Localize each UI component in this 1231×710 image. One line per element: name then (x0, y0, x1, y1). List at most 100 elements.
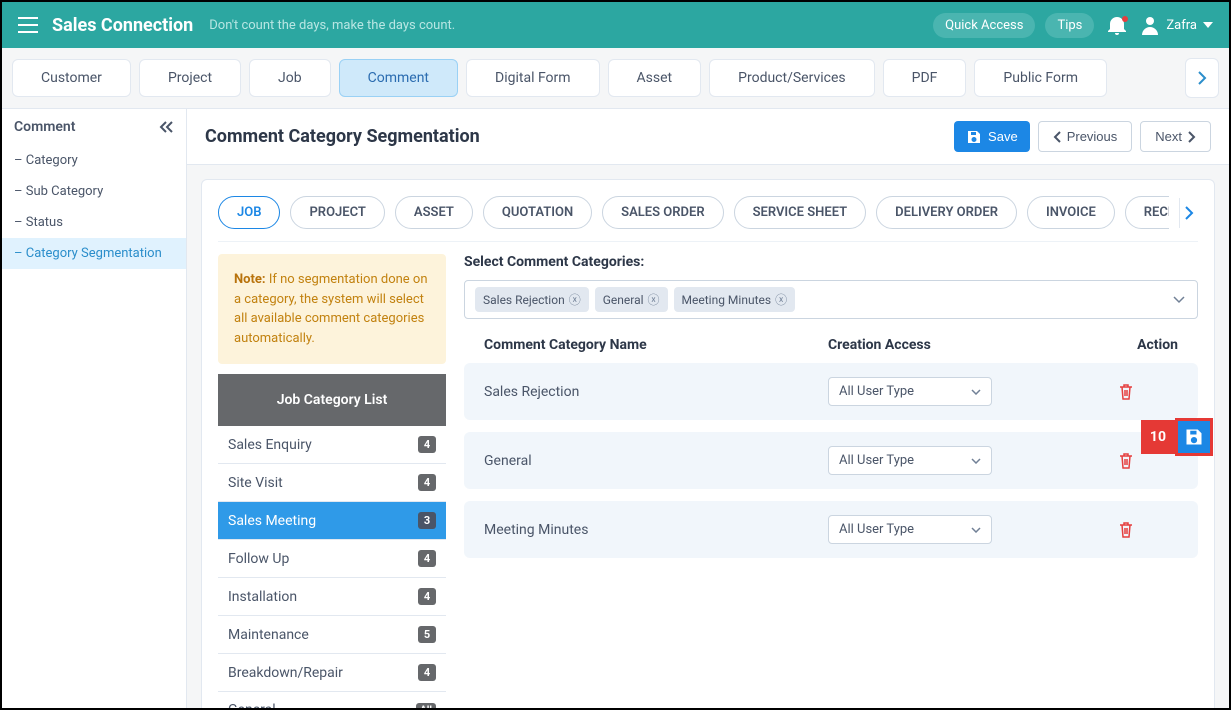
top-tab-project[interactable]: Project (139, 59, 241, 97)
top-tab-customer[interactable]: Customer (12, 59, 131, 97)
sidebar-item[interactable]: – Status (2, 207, 186, 238)
user-name: Zafra (1166, 18, 1197, 33)
sidebar-item[interactable]: – Category (2, 145, 186, 176)
job-category-label: Breakdown/Repair (228, 665, 343, 681)
table-row: Sales RejectionAll User Type (464, 363, 1198, 420)
inner-tabs: JOB PROJECT ASSET QUOTATION SALES ORDER SERVI… (218, 196, 1198, 242)
inner-tab-job[interactable]: JOB (218, 196, 280, 229)
chip-label: General (603, 293, 644, 307)
top-tab-digital-form[interactable]: Digital Form (466, 59, 600, 97)
chevron-down-icon (1173, 296, 1185, 304)
job-category-item[interactable]: Breakdown/Repair 4 (218, 654, 446, 692)
job-category-item[interactable]: General All (218, 692, 446, 708)
table-row: Meeting MinutesAll User Type (464, 501, 1198, 558)
sidebar-header: Comment (2, 109, 186, 145)
next-button[interactable]: Next (1140, 121, 1211, 152)
top-tab-job[interactable]: Job (249, 59, 331, 97)
inner-tabs-scroll-right[interactable] (1179, 198, 1198, 228)
chip-remove-icon[interactable]: ⓧ (569, 291, 581, 308)
note-box: Note: If no segmentation done on a categ… (218, 254, 446, 364)
inner-tab-receipt[interactable]: RECEIPT (1125, 196, 1169, 229)
top-tab-product-services[interactable]: Product/Services (709, 59, 875, 97)
top-tab-pdf[interactable]: PDF (883, 59, 967, 97)
quick-access-button[interactable]: Quick Access (933, 13, 1035, 38)
previous-button[interactable]: Previous (1038, 121, 1133, 152)
table-header: Comment Category Name Creation Access Ac… (464, 319, 1198, 363)
sidebar-item[interactable]: – Sub Category (2, 176, 186, 207)
job-category-item[interactable]: Sales Enquiry4 (218, 426, 446, 464)
top-tab-comment[interactable]: Comment (339, 59, 458, 97)
job-category-item[interactable]: Follow Up 4 (218, 540, 446, 578)
chip-label: Meeting Minutes (682, 293, 772, 307)
brand-name[interactable]: Sales Connection (52, 15, 193, 36)
main-area: Comment Category Segmentation Save Previ… (187, 109, 1229, 708)
job-category-label: Maintenance (228, 627, 309, 643)
access-select[interactable]: All User Type (828, 446, 992, 475)
tagline: Don't count the days, make the days coun… (209, 18, 455, 33)
job-category-label: Installation (228, 589, 297, 605)
chip-label: Sales Rejection (483, 293, 565, 307)
top-tab-asset[interactable]: Asset (608, 59, 702, 97)
job-category-badge: All (416, 703, 436, 709)
row-name: Meeting Minutes (484, 522, 828, 538)
note-prefix: Note: (234, 272, 269, 287)
inner-tab-project[interactable]: PROJECT (290, 196, 384, 229)
row-access-cell: All User Type (828, 515, 1118, 544)
access-select[interactable]: All User Type (828, 515, 992, 544)
row-name: General (484, 453, 828, 469)
column-action: Action (1118, 337, 1178, 353)
top-tab-public-form[interactable]: Public Form (974, 59, 1107, 97)
save-button[interactable]: Save (954, 121, 1030, 152)
next-button-label: Next (1155, 129, 1182, 144)
inner-tab-quotation[interactable]: QUOTATION (483, 196, 592, 229)
chip-remove-icon[interactable]: ⓧ (775, 291, 787, 308)
inner-tab-service-sheet[interactable]: SERVICE SHEET (734, 196, 867, 229)
delete-icon[interactable] (1118, 383, 1178, 401)
save-button-label: Save (988, 129, 1018, 144)
inner-tab-invoice[interactable]: INVOICE (1027, 196, 1115, 229)
sidebar-item[interactable]: – Category Segmentation (2, 238, 186, 269)
column-name: Comment Category Name (484, 337, 828, 353)
job-category-badge: 3 (418, 512, 436, 529)
tips-button[interactable]: Tips (1045, 13, 1094, 38)
job-category-badge: 4 (418, 550, 436, 567)
app-header: Sales Connection Don't count the days, m… (2, 2, 1229, 48)
access-select[interactable]: All User Type (828, 377, 992, 406)
floating-save-button[interactable] (1175, 418, 1213, 456)
category-chip: General ⓧ (595, 287, 668, 312)
row-action-cell (1118, 383, 1178, 401)
categories-multiselect[interactable]: Sales RejectionⓧGeneralⓧMeeting Minutesⓧ (464, 280, 1198, 319)
table-row: GeneralAll User Type (464, 432, 1198, 489)
job-category-badge: 4 (418, 664, 436, 681)
sidebar-title-text: Comment (14, 119, 75, 135)
hamburger-icon[interactable] (18, 17, 38, 33)
inner-tab-asset[interactable]: ASSET (395, 196, 473, 229)
job-category-badge: 5 (418, 626, 436, 643)
sidebar-collapse-icon[interactable] (158, 121, 174, 133)
job-category-item[interactable]: Installation 4 (218, 578, 446, 616)
job-category-label: General (228, 702, 276, 708)
job-category-item[interactable]: Sales Meeting3 (218, 502, 446, 540)
content-card: JOB PROJECT ASSET QUOTATION SALES ORDER SERVI… (201, 179, 1215, 708)
job-category-label: Follow Up (228, 551, 289, 567)
inner-tab-delivery-order[interactable]: DELIVERY ORDER (876, 196, 1017, 229)
delete-icon[interactable] (1118, 521, 1178, 539)
previous-button-label: Previous (1067, 129, 1118, 144)
page-title: Comment Category Segmentation (205, 126, 480, 147)
job-category-list-header: Job Category List (218, 374, 446, 426)
select-categories-label: Select Comment Categories: (464, 254, 1198, 270)
job-category-item[interactable]: Site Visit4 (218, 464, 446, 502)
top-tabs-scroll-right[interactable] (1185, 58, 1219, 98)
job-category-label: Site Visit (228, 475, 283, 491)
inner-tab-sales-order[interactable]: SALES ORDER (602, 196, 723, 229)
row-action-cell (1118, 521, 1178, 539)
chip-remove-icon[interactable]: ⓧ (648, 291, 660, 308)
user-menu[interactable]: Zafra (1140, 15, 1213, 35)
category-chip: Meeting Minutesⓧ (674, 287, 796, 312)
notifications-icon[interactable] (1104, 15, 1130, 35)
job-category-badge: 4 (418, 588, 436, 605)
category-chip: Sales Rejection ⓧ (475, 287, 589, 312)
row-access-cell: All User Type (828, 446, 1118, 475)
row-access-cell: All User Type (828, 377, 1118, 406)
job-category-item[interactable]: Maintenance 5 (218, 616, 446, 654)
